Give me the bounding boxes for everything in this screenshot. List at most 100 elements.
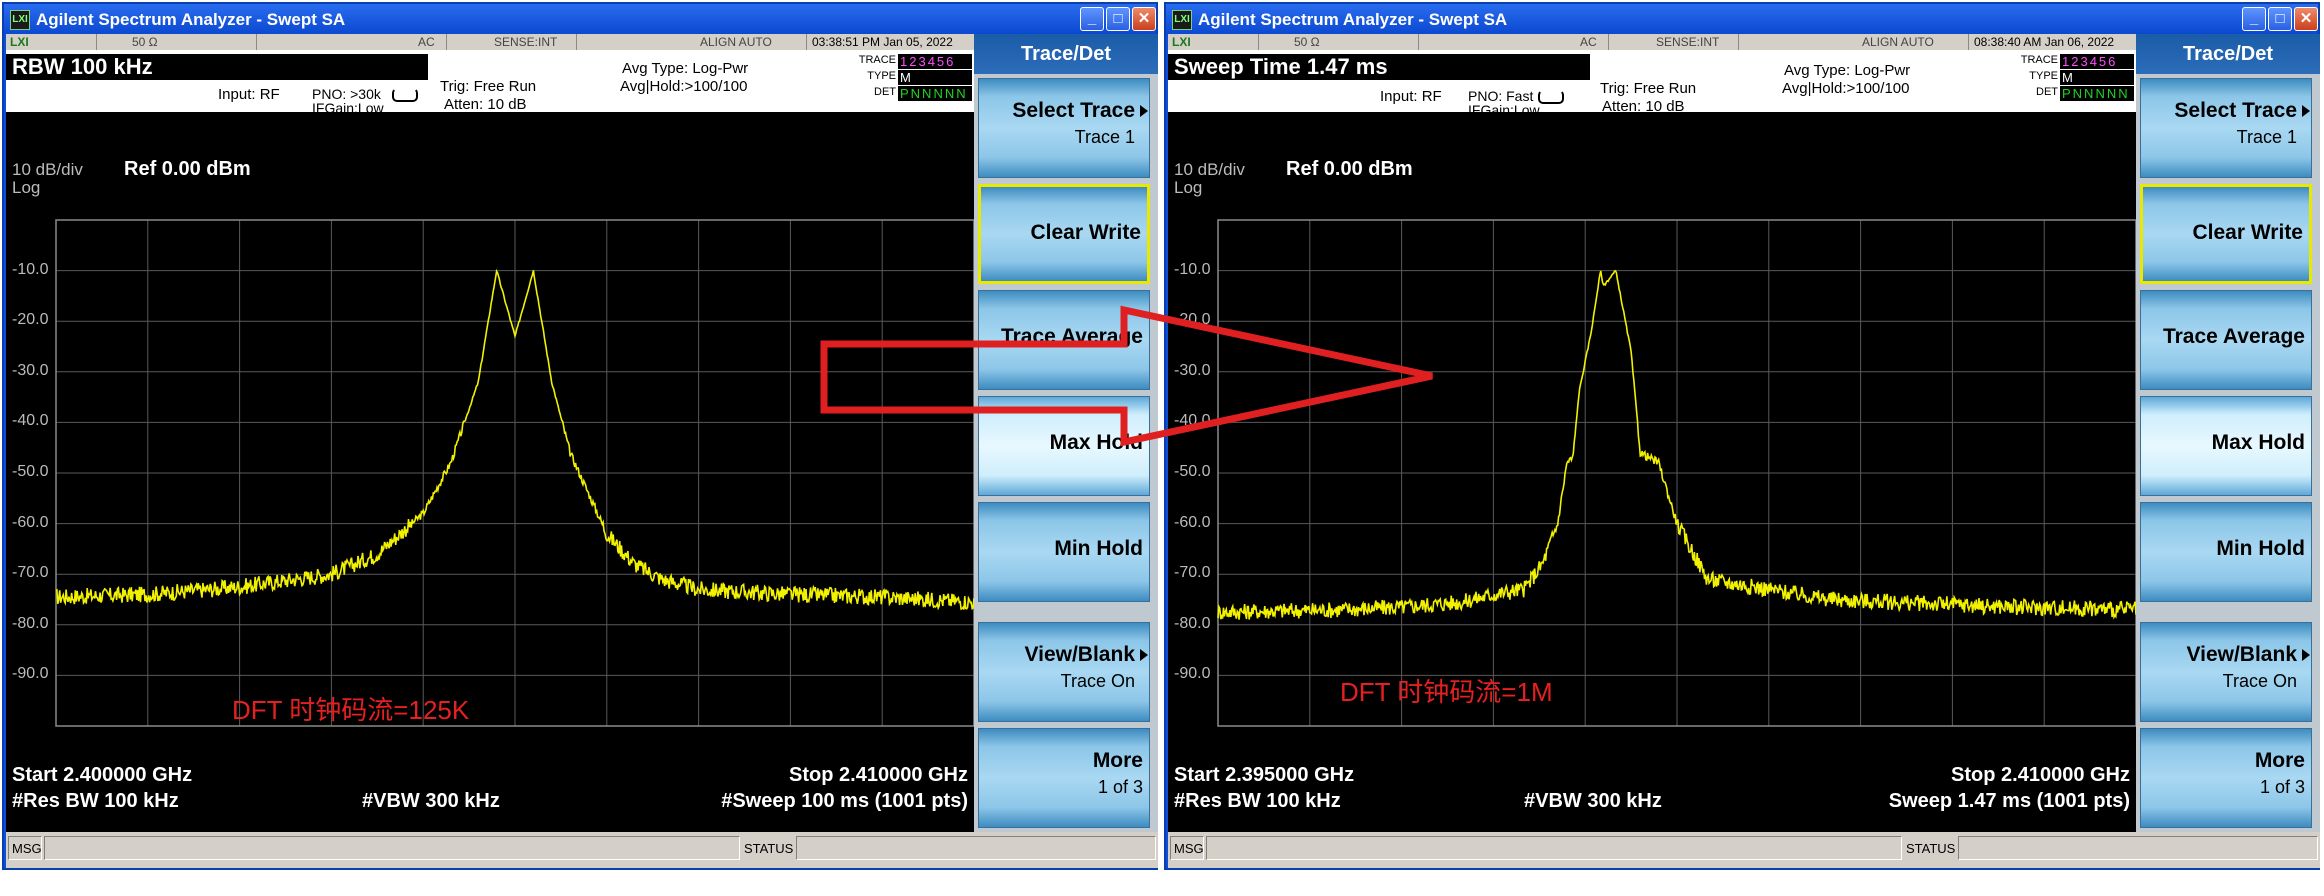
softkey-label: Trace Average bbox=[2162, 325, 2305, 348]
datetime-readout: 08:38:40 AM Jan 06, 2022 bbox=[1974, 35, 2115, 49]
y-tick-label: -90.0 bbox=[1174, 665, 1211, 683]
lxi-indicator: LXI bbox=[1172, 35, 1191, 49]
y-tick-label: -60.0 bbox=[12, 513, 49, 531]
min-hold-softkey[interactable]: Min Hold bbox=[978, 502, 1150, 602]
impedance-readout: 50 Ω bbox=[1294, 35, 1320, 49]
softkey-label: Clear Write bbox=[1030, 221, 1142, 244]
y-tick-label: -50.0 bbox=[1174, 463, 1211, 480]
log-readout: Log bbox=[1174, 178, 1203, 197]
close-button[interactable]: ✕ bbox=[2294, 7, 2318, 31]
trig-readout: Trig: Free Run bbox=[440, 78, 537, 95]
y-tick-label: -30.0 bbox=[1174, 361, 1211, 379]
det-label: DET bbox=[2036, 86, 2058, 98]
y-tick-label: -60.0 bbox=[1174, 513, 1211, 531]
trace-status-grid: TRACE TYPE DET 123456 M PNNNNN bbox=[2021, 52, 2134, 108]
settings-panel: Sweep Time 1.47 ms Input: RF PNO: Fast I… bbox=[1168, 50, 2136, 118]
spectrum-display[interactable]: 10 dB/div Ref 0.00 dBm Log -10.0 -20.0 -30… bbox=[6, 112, 974, 832]
more-softkey[interactable]: More 1 of 3 bbox=[978, 728, 1150, 828]
vbw: #VBW 300 kHz bbox=[362, 790, 500, 812]
datetime-readout: 03:38:51 PM Jan 05, 2022 bbox=[812, 35, 953, 49]
softkey-label: Max Hold bbox=[2211, 431, 2305, 454]
softkey-sublabel: 1 of 3 bbox=[2259, 777, 2305, 797]
maximize-button[interactable]: □ bbox=[1106, 7, 1130, 31]
minimize-button[interactable]: _ bbox=[1080, 7, 1104, 31]
softkey-label: Select Trace bbox=[1012, 99, 1135, 122]
softkey-sublabel: 1 of 3 bbox=[1097, 777, 1143, 797]
app-icon: LXI bbox=[10, 10, 30, 30]
active-parameter[interactable]: Sweep Time 1.47 ms bbox=[1168, 54, 1590, 80]
settings-panel: RBW 100 kHz Input: RF PNO: >30k IFGain:L… bbox=[6, 50, 974, 116]
log-readout: Log bbox=[12, 178, 41, 197]
type-row: M bbox=[898, 70, 972, 85]
title-bar[interactable]: LXI Agilent Spectrum Analyzer - Swept SA… bbox=[1166, 4, 2318, 34]
y-tick-label: -90.0 bbox=[12, 665, 49, 683]
type-row: M bbox=[2060, 70, 2134, 85]
max-hold-softkey[interactable]: Max Hold bbox=[2140, 396, 2312, 496]
trace-status-grid: TRACE TYPE DET 123456 M PNNNNN bbox=[859, 52, 972, 108]
softkey-label: Max Hold bbox=[1049, 431, 1143, 454]
start-freq: Start 2.400000 GHz bbox=[12, 764, 193, 786]
spectrum-display[interactable]: 10 dB/div Ref 0.00 dBm Log -10.0 -20.0 -30… bbox=[1168, 112, 2136, 832]
select-trace-softkey[interactable]: Select Trace Trace 1 bbox=[2140, 78, 2312, 178]
trace-average-softkey[interactable]: Trace Average bbox=[978, 290, 1150, 390]
analyzer-window-right: LXI Agilent Spectrum Analyzer - Swept SA… bbox=[1164, 2, 2320, 870]
select-trace-softkey[interactable]: Select Trace Trace 1 bbox=[978, 78, 1150, 178]
y-tick-label: -50.0 bbox=[12, 463, 49, 480]
softkey-menu-title: Trace/Det bbox=[2136, 34, 2320, 74]
sense-readout: SENSE:INT bbox=[494, 35, 558, 49]
message-bar: MSG STATUS bbox=[6, 832, 1158, 868]
softkey-sublabel: Trace 1 bbox=[1074, 127, 1135, 147]
trace-average-softkey[interactable]: Trace Average bbox=[2140, 290, 2312, 390]
res-bw: #Res BW 100 kHz bbox=[12, 790, 179, 812]
y-tick-label: -80.0 bbox=[12, 614, 49, 632]
window-title: Agilent Spectrum Analyzer - Swept SA bbox=[1198, 10, 1508, 29]
status-label: STATUS bbox=[744, 841, 794, 856]
y-tick-label: -10.0 bbox=[12, 260, 49, 278]
y-tick-label: -80.0 bbox=[1174, 614, 1211, 632]
det-label: DET bbox=[874, 86, 896, 98]
avg-type-readout: Avg Type: Log-Pwr bbox=[1784, 62, 1911, 79]
softkey-label: More bbox=[1092, 749, 1143, 772]
close-button[interactable]: ✕ bbox=[1132, 7, 1156, 31]
softkey-sublabel: Trace On bbox=[2222, 671, 2297, 691]
message-field bbox=[1206, 836, 1902, 860]
view-blank-softkey[interactable]: View/Blank Trace On bbox=[2140, 622, 2312, 722]
y-tick-label: -10.0 bbox=[1174, 260, 1211, 278]
more-softkey[interactable]: More 1 of 3 bbox=[2140, 728, 2312, 828]
max-hold-softkey[interactable]: Max Hold bbox=[978, 396, 1150, 496]
softkey-label: Clear Write bbox=[2192, 221, 2304, 244]
status-field bbox=[796, 836, 1156, 860]
status-label: STATUS bbox=[1906, 841, 1956, 856]
min-hold-softkey[interactable]: Min Hold bbox=[2140, 502, 2312, 602]
softkey-label: Trace Average bbox=[1000, 325, 1143, 348]
trace-label: TRACE bbox=[2020, 54, 2058, 66]
title-bar[interactable]: LXI Agilent Spectrum Analyzer - Swept SA… bbox=[4, 4, 1156, 34]
graticule bbox=[55, 219, 974, 727]
align-readout: ALIGN AUTO bbox=[700, 35, 772, 49]
coupling-readout: AC bbox=[418, 35, 435, 49]
softkey-label: More bbox=[2254, 749, 2305, 772]
softkey-sublabel: Trace On bbox=[1060, 671, 1135, 691]
trace-label: TRACE bbox=[858, 54, 896, 66]
clear-write-softkey[interactable]: Clear Write bbox=[2140, 184, 2312, 284]
type-label: TYPE bbox=[867, 70, 896, 82]
y-tick-label: -40.0 bbox=[12, 412, 49, 430]
softkey-label: Min Hold bbox=[1054, 537, 1143, 560]
submenu-arrow-icon bbox=[1140, 105, 1148, 117]
status-field bbox=[1958, 836, 2318, 860]
client-area: LXI 50 Ω AC SENSE:INT ALIGN AUTO 03:38:5… bbox=[6, 34, 1158, 868]
clear-write-softkey[interactable]: Clear Write bbox=[978, 184, 1150, 284]
analyzer-window-left: LXI Agilent Spectrum Analyzer - Swept SA… bbox=[2, 2, 1158, 870]
ref-level-readout: Ref 0.00 dBm bbox=[1286, 158, 1413, 180]
y-tick-label: -70.0 bbox=[12, 564, 49, 582]
window-title: Agilent Spectrum Analyzer - Swept SA bbox=[36, 10, 346, 29]
input-readout: Input: RF bbox=[1380, 88, 1442, 105]
spectrum-plot bbox=[1217, 219, 2136, 727]
view-blank-softkey[interactable]: View/Blank Trace On bbox=[978, 622, 1150, 722]
avg-hold-readout: Avg|Hold:>100/100 bbox=[620, 78, 748, 95]
maximize-button[interactable]: □ bbox=[2268, 7, 2292, 31]
softkey-label: View/Blank bbox=[1024, 643, 1136, 666]
minimize-button[interactable]: _ bbox=[2242, 7, 2266, 31]
active-parameter[interactable]: RBW 100 kHz bbox=[6, 54, 428, 80]
vbw: #VBW 300 kHz bbox=[1524, 790, 1662, 812]
